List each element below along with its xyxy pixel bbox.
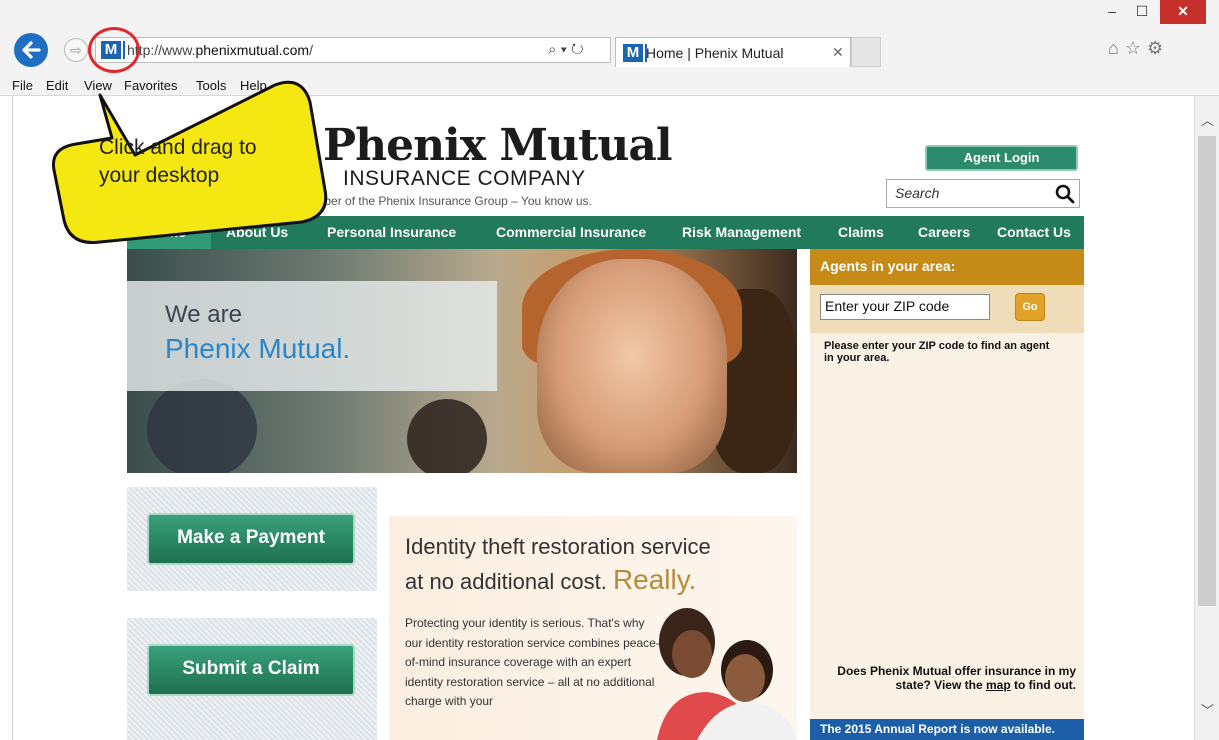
agent-login-button[interactable]: Agent Login xyxy=(925,145,1078,171)
payment-panel: Make a Payment xyxy=(127,487,377,591)
close-window-button[interactable]: ✕ xyxy=(1160,0,1206,24)
browser-window: – ☐ ✕ ⇨ M http://www.phenixmutual.com/ ⌕… xyxy=(0,0,1219,740)
callout-line2: your desktop xyxy=(99,164,220,187)
tab-home[interactable]: M Home | Phenix Mutual ✕ xyxy=(615,37,851,67)
site-logo-title[interactable]: Phenix Mutual xyxy=(323,120,673,171)
back-arrow-icon xyxy=(22,41,41,59)
identity-title-text: at no additional cost. xyxy=(405,569,607,594)
agents-info-text: Please enter your ZIP code to find an ag… xyxy=(824,340,1050,364)
submit-claim-button[interactable]: Submit a Claim xyxy=(147,644,355,696)
maximize-button[interactable]: ☐ xyxy=(1128,0,1156,24)
zip-band: Enter your ZIP code Go xyxy=(810,285,1084,333)
url-suffix: / xyxy=(309,42,313,58)
home-icon[interactable]: ⌂ xyxy=(1108,38,1125,58)
identity-body-text: Protecting your identity is serious. Tha… xyxy=(405,616,660,708)
scroll-down-icon[interactable]: ﹀ xyxy=(1201,700,1214,719)
nav-claims[interactable]: Claims xyxy=(838,224,884,240)
toolbar-icons: ⌂☆⚙ xyxy=(1108,38,1169,59)
gear-icon[interactable]: ⚙ xyxy=(1147,38,1169,58)
identity-promo[interactable]: Identity theft restoration service at no… xyxy=(389,516,797,740)
nav-personal-insurance[interactable]: Personal Insurance xyxy=(327,224,456,240)
hero-person-left xyxy=(147,379,257,473)
agents-panel: Agents in your area: Enter your ZIP code… xyxy=(810,249,1084,719)
callout-line1: Click and drag to xyxy=(99,136,257,159)
search-icon[interactable] xyxy=(1055,184,1075,204)
hero-line1: We are xyxy=(165,301,242,328)
go-button[interactable]: Go xyxy=(1015,293,1045,321)
tab-favicon-icon: M xyxy=(623,44,647,62)
url-domain: phenixmutual.com xyxy=(195,42,310,58)
make-payment-button[interactable]: Make a Payment xyxy=(147,513,355,565)
close-tab-icon[interactable]: ✕ xyxy=(832,44,844,61)
hero-line2: Phenix Mutual. xyxy=(165,333,351,364)
favorites-star-icon[interactable]: ☆ xyxy=(1125,38,1147,58)
forward-button[interactable]: ⇨ xyxy=(64,38,88,62)
scrollbar-thumb[interactable] xyxy=(1198,136,1216,606)
menu-file[interactable]: File xyxy=(12,78,33,93)
hero-woman-face xyxy=(537,259,727,473)
couple-photo xyxy=(657,608,797,740)
search-placeholder: Search xyxy=(895,185,940,201)
new-tab-button[interactable] xyxy=(851,37,881,67)
site-search-input[interactable]: Search xyxy=(886,179,1080,208)
nav-careers[interactable]: Careers xyxy=(918,224,970,240)
tab-title: Home | Phenix Mutual xyxy=(646,45,784,61)
callout-text: Click and drag to your desktop xyxy=(99,134,257,190)
identity-really: Really. xyxy=(612,564,697,595)
claim-panel: Submit a Claim xyxy=(127,618,377,740)
vertical-scrollbar[interactable]: ︿ ﹀ xyxy=(1194,96,1219,740)
minimize-button[interactable]: – xyxy=(1100,0,1124,24)
nav-contact-us[interactable]: Contact Us xyxy=(997,224,1071,240)
state-question: Does Phenix Mutual offer insurance in my… xyxy=(820,664,1076,692)
identity-title-line1: Identity theft restoration service xyxy=(405,534,711,559)
scroll-up-icon[interactable]: ︿ xyxy=(1201,110,1214,129)
annual-report-banner[interactable]: The 2015 Annual Report is now available. xyxy=(810,719,1084,740)
zip-code-input[interactable]: Enter your ZIP code xyxy=(820,294,990,320)
favicon-highlight-circle xyxy=(88,27,140,73)
agents-heading: Agents in your area: xyxy=(810,249,1084,285)
forward-arrow-icon: ⇨ xyxy=(70,42,82,58)
nav-risk-management[interactable]: Risk Management xyxy=(682,224,801,240)
hero-person-middle xyxy=(407,399,487,473)
url-text[interactable]: http://www.phenixmutual.com/ xyxy=(127,42,313,58)
hero-banner: We are Phenix Mutual. xyxy=(127,249,797,473)
site-logo-subtitle: INSURANCE COMPANY xyxy=(343,167,586,190)
identity-title-line2: at no additional cost. Really. xyxy=(405,564,696,596)
search-refresh-icons[interactable]: ⌕ ▾ ↻ xyxy=(548,41,584,58)
state-question-end: to find out. xyxy=(1014,678,1076,692)
map-link[interactable]: map xyxy=(986,678,1011,692)
nav-commercial-insurance[interactable]: Commercial Insurance xyxy=(496,224,646,240)
